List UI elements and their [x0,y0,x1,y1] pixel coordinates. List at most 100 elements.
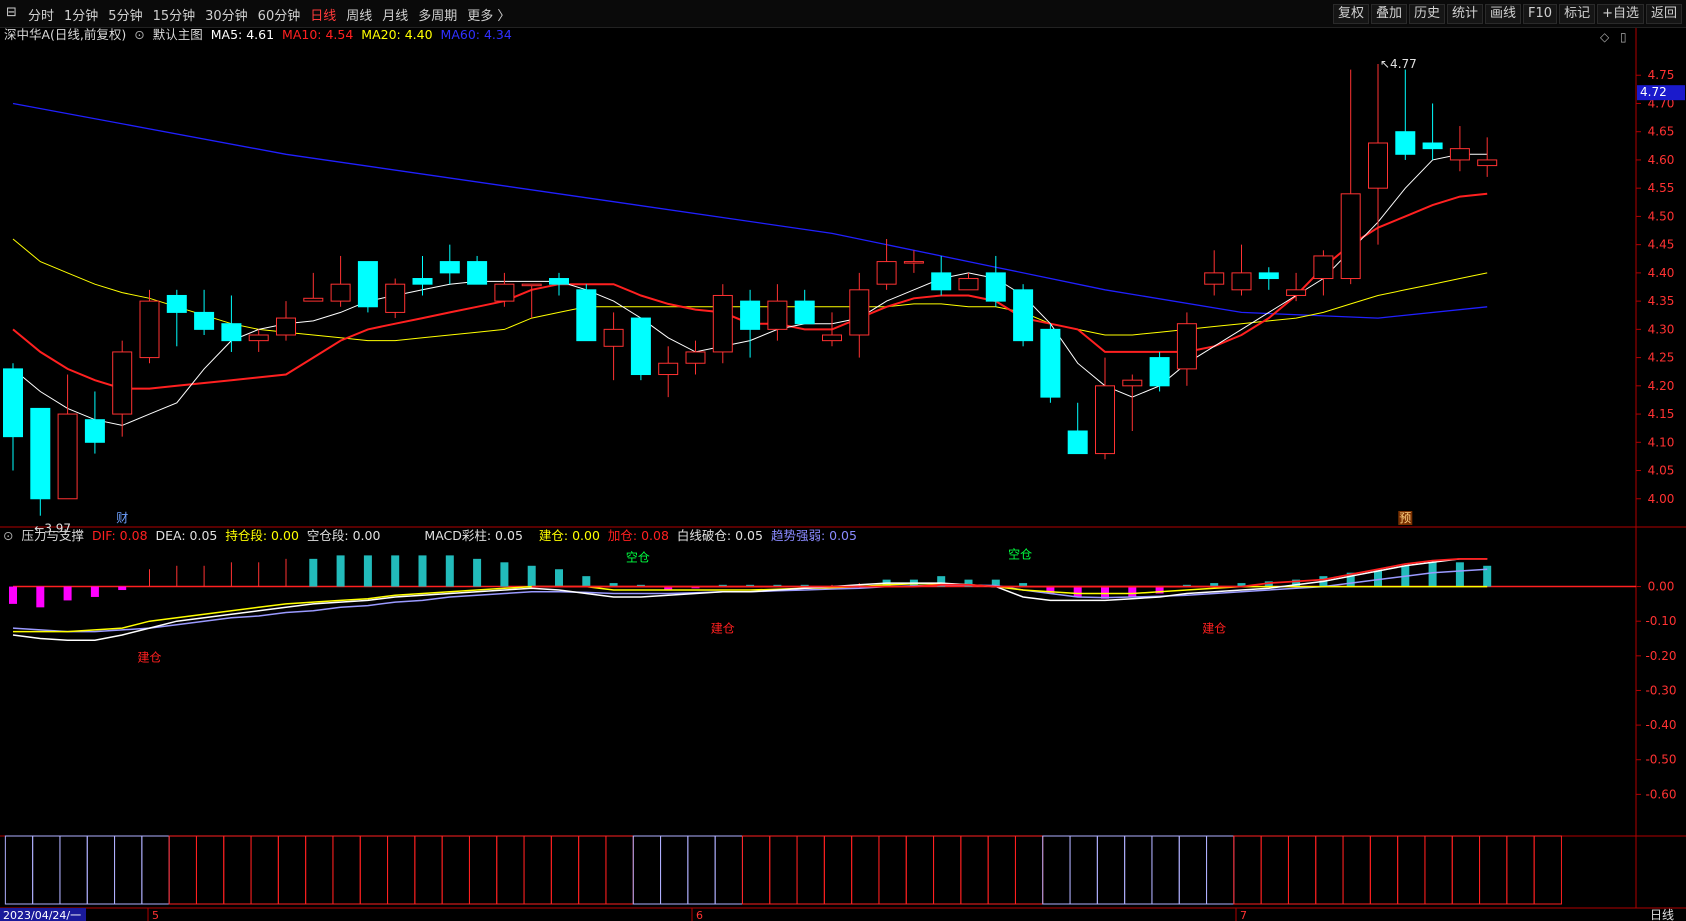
empty-segment-cell [660,835,689,905]
empty-segment-cell [59,835,88,905]
macd-bar [418,555,427,587]
hold-segment-cell [1014,835,1044,905]
sub-y-tick-label: -0.10 [1645,614,1676,628]
candle-body [385,283,406,313]
toolbar-button[interactable]: +自选 [1597,4,1644,24]
hold-segment-cell [1397,835,1426,905]
candle-body [1231,272,1252,291]
macd-bar [176,565,178,587]
toolbar-button[interactable]: 历史 [1408,4,1445,24]
sub-y-tick-label: -0.50 [1645,753,1676,767]
macd-bar [118,586,127,591]
toolbar-button[interactable]: 标记 [1559,4,1596,24]
hold-segment-cell [195,835,225,905]
main-title[interactable]: 深中华A(日线,前复权) [4,27,126,42]
dif-line [12,558,1488,641]
candle-body [276,317,296,336]
candle-body [576,289,597,342]
candle-body [1340,193,1361,280]
candle-body [1449,148,1470,161]
hold-segment-cell [223,835,252,905]
hold-segment-cell [523,835,552,905]
period-tab[interactable]: 月线 [382,5,408,24]
hold-segment-cell [878,835,907,905]
candle-body [166,294,187,313]
y-tick-label: 4.00 [1648,492,1675,506]
macd-bar [527,565,536,587]
build-signal-label: 建仓 [1202,622,1226,636]
diamond-icon[interactable]: ◇ [1600,30,1610,44]
ma5-value: MA5: 4.61 [210,27,275,42]
ma60-line [12,102,1488,319]
candle-body [1286,289,1307,296]
candle-body [1013,289,1034,342]
add-value: 加仓: 0.08 [607,528,669,543]
candle-body [1368,142,1388,189]
candle-body [1067,430,1088,455]
hold-segment-cell [1533,835,1562,905]
sub-indicator-name[interactable]: 压力与支撑 [21,528,84,543]
period-tab[interactable]: 5分钟 [108,5,142,24]
empty-segment-cell [1042,835,1071,905]
toolbar-button[interactable]: 叠加 [1370,4,1407,24]
period-tab[interactable]: 1分钟 [64,5,98,24]
toolbar-button[interactable]: 统计 [1447,4,1484,24]
period-tab[interactable]: 日线 [310,5,336,24]
macd-bar [555,569,563,587]
period-tab[interactable]: 周线 [346,5,372,24]
candle-body [658,362,679,376]
candle-body [30,407,51,500]
candle-body [603,328,624,347]
candle-body [521,283,542,287]
toolbar-button[interactable]: 返回 [1645,4,1682,24]
period-tab[interactable]: 多周期 [418,5,457,24]
hold-segment-cell [1287,835,1317,905]
sub-y-tick-label: -0.40 [1645,718,1676,732]
period-tab[interactable]: 15分钟 [153,5,196,24]
hold-segment-cell [851,835,880,905]
toolbar-button[interactable]: F10 [1523,4,1558,24]
toolbar-button[interactable]: 复权 [1332,4,1369,24]
main-indicator-name[interactable]: 默认主图 [153,27,203,42]
indicator-collapse-icon[interactable]: ⊙ [3,528,13,543]
y-tick-label: 4.55 [1648,181,1675,195]
period-tab[interactable]: 30分钟 [205,5,248,24]
toolbar-button[interactable]: 画线 [1485,4,1522,24]
candle-body [1422,142,1443,150]
hold-segment-cell [796,835,825,905]
candle-body [221,323,242,342]
period-tab[interactable]: 60分钟 [258,5,301,24]
candle-body [248,334,269,342]
period-tab[interactable]: 分时 [28,5,54,24]
hold-segment-cell [168,835,197,905]
candle-body [685,351,706,364]
candle-body [1095,385,1115,455]
white-break-value: 白线破仓: 0.05 [676,528,763,543]
empty-segment-cell [1096,835,1126,905]
candle-body [1122,379,1143,387]
hold-segment-cell [250,835,279,905]
month-label: 6 [696,909,703,921]
hold-segment-cell [741,835,771,905]
candle-body [494,283,515,302]
last-price-label: 4.72 [1640,85,1667,99]
pin-icon[interactable]: ⊟ [6,5,17,20]
candle-body [903,261,924,264]
indicator-collapse-icon[interactable]: ⊙ [134,27,144,42]
macd-bar [230,562,232,587]
hold-segment-cell [496,835,525,905]
candle-body [822,334,842,342]
trend-line [12,568,1488,633]
candle-body [1204,272,1225,285]
macd-bar [63,586,72,601]
candle-body [57,413,78,500]
sub-y-tick-label: -0.20 [1645,649,1676,663]
period-tab[interactable]: 更多 〉 [467,5,510,24]
chart-canvas: 4.754.704.654.604.554.504.454.404.354.30… [0,26,1686,921]
candle-body [1149,357,1170,387]
settings-icon[interactable]: ▯ [1620,30,1627,44]
candle-body [357,261,378,308]
build-value: 建仓: 0.00 [538,528,600,543]
ma20-value: MA20: 4.40 [361,27,433,42]
ma10-value: MA10: 4.54 [282,27,354,42]
